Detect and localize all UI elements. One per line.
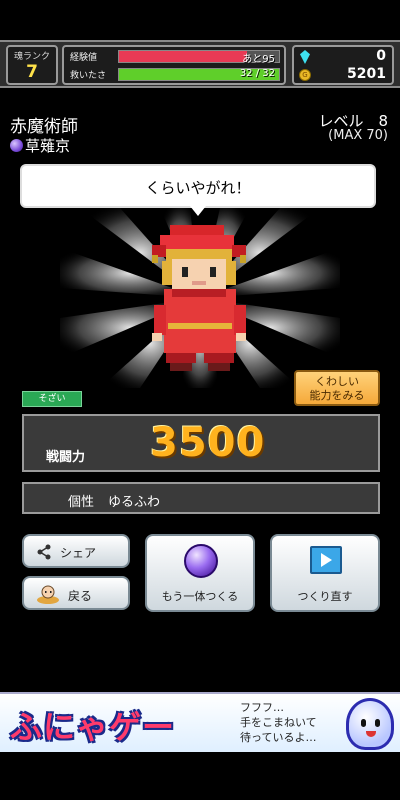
detail-button-line2: 能力をみる xyxy=(309,389,365,402)
ad-banner[interactable]: ふにゃゲー フフフ… 手をこまねいて 待っているよ… xyxy=(0,692,400,752)
battle-power-value: 3500 xyxy=(150,420,266,466)
share-icon xyxy=(37,544,51,560)
exp-row: 経験値 あと95 xyxy=(68,49,282,65)
battle-power-label: 戦闘力 xyxy=(46,450,86,465)
detail-abilities-button[interactable]: くわしい 能力をみる xyxy=(294,370,380,406)
make-another-label: もう一体つくる xyxy=(161,590,239,603)
ad-logo: ふにゃゲー xyxy=(10,708,176,746)
exp-bar: あと95 xyxy=(118,50,280,65)
stat-bars: 経験値 あと95 救いたさ 32 / 32 xyxy=(62,45,286,85)
remake-label: つくり直す xyxy=(297,590,353,603)
character-name: 赤魔術師 xyxy=(10,117,78,137)
character-author-row: 草薙京 xyxy=(10,135,70,156)
ad-line-3: 待っているよ… xyxy=(240,731,317,744)
save-bar: 32 / 32 xyxy=(118,68,280,81)
soul-orb-icon xyxy=(184,544,218,578)
exp-bar-fill xyxy=(119,51,247,62)
ad-line-1: フフフ… xyxy=(240,701,284,714)
character-head-icon xyxy=(37,585,59,604)
speech-bubble: くらいやがれ！ xyxy=(20,164,376,208)
trait-panel: 個性 ゆるふわ xyxy=(22,482,380,514)
exp-label: 経験値 xyxy=(70,53,98,63)
soul-rank-box: 魂ランク 7 xyxy=(6,45,58,85)
save-value: 32 / 32 xyxy=(239,68,275,79)
video-play-icon xyxy=(310,546,342,574)
coin-icon: G xyxy=(299,69,311,81)
trait-value: ゆるふわ xyxy=(108,495,161,510)
share-label: シェア xyxy=(60,546,97,560)
battle-power-panel: 戦闘力 3500 xyxy=(22,414,380,472)
back-label: 戻る xyxy=(68,589,93,603)
coin-count: 5201 xyxy=(347,66,386,82)
exp-remaining: あと95 xyxy=(242,54,275,65)
sozai-badge: そざい xyxy=(22,391,82,407)
trait-label: 個性 xyxy=(68,495,95,510)
gem-count: 0 xyxy=(376,48,386,64)
orb-icon xyxy=(10,139,23,152)
character-sprite xyxy=(152,225,246,371)
character-author: 草薙京 xyxy=(25,137,71,155)
save-label: 救いたさ xyxy=(70,71,107,81)
ad-line-2: 手をこまねいて xyxy=(240,716,317,729)
remake-button[interactable]: つくり直す xyxy=(270,534,380,612)
share-button[interactable]: シェア xyxy=(22,534,130,568)
make-another-button[interactable]: もう一体つくる xyxy=(145,534,255,612)
currency-box: 0 G 5201 xyxy=(292,45,394,85)
soul-rank-label: 魂ランク xyxy=(13,52,50,62)
status-bar: 魂ランク 7 経験値 あと95 救いたさ 32 / 32 0 G 5201 xyxy=(0,40,400,88)
back-button[interactable]: 戻る xyxy=(22,576,130,610)
save-row: 救いたさ 32 / 32 xyxy=(68,67,282,83)
soul-rank-value: 7 xyxy=(26,62,38,82)
ad-text: フフフ… 手をこまねいて 待っているよ… xyxy=(240,700,317,745)
detail-button-line1: くわしい xyxy=(315,375,359,388)
ad-mascot-icon xyxy=(346,698,394,750)
gem-icon xyxy=(300,50,310,64)
level-max: (MAX 70) xyxy=(328,128,388,143)
